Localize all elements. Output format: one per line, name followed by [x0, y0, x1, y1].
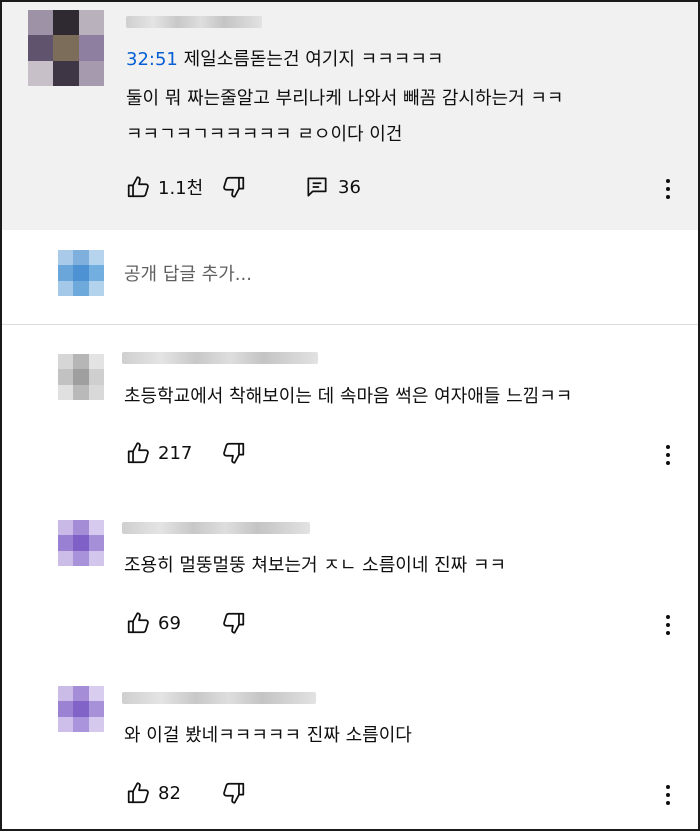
- thumbs-down-icon: [220, 610, 246, 636]
- reply-count: 36: [338, 176, 361, 198]
- comment-text-line-2: 둘이 뭐 짜는줄알고 부리나케 나와서 빼꼼 감시하는거 ㅋㅋ: [126, 88, 564, 109]
- comment-text: 조용히 멀뚱멀뚱 쳐보는거 ㅈㄴ 소름이네 진짜 ㅋㅋ: [124, 555, 507, 576]
- dislike-button[interactable]: [220, 440, 246, 466]
- dislike-button[interactable]: [220, 174, 246, 200]
- comment-thread: 32:51 제일소름돋는건 여기지 ㅋㅋㅋㅋㅋ 둘이 뭐 짜는줄알고 부리나케 …: [0, 0, 700, 831]
- dislike-button[interactable]: [220, 780, 246, 806]
- timestamp-link[interactable]: 32:51: [126, 49, 178, 70]
- thumbs-up-icon: [126, 174, 152, 200]
- author-name-redacted[interactable]: [122, 522, 310, 534]
- avatar[interactable]: [58, 520, 104, 566]
- avatar[interactable]: [58, 354, 104, 400]
- more-vertical-icon[interactable]: [664, 784, 672, 806]
- like-button[interactable]: 82: [126, 780, 181, 806]
- dislike-button[interactable]: [220, 610, 246, 636]
- user-avatar: [58, 250, 104, 296]
- more-vertical-icon[interactable]: [664, 178, 672, 200]
- author-name-redacted[interactable]: [122, 692, 316, 704]
- like-count: 69: [158, 612, 181, 634]
- more-vertical-icon[interactable]: [664, 614, 672, 636]
- avatar[interactable]: [58, 686, 104, 732]
- like-button[interactable]: 1.1천: [126, 174, 203, 200]
- divider: [2, 324, 698, 325]
- like-button[interactable]: 217: [126, 440, 192, 466]
- more-vertical-icon[interactable]: [664, 444, 672, 466]
- comment-text: 32:51 제일소름돋는건 여기지 ㅋㅋㅋㅋㅋ: [126, 49, 444, 70]
- avatar[interactable]: [28, 10, 104, 86]
- reply-input[interactable]: 공개 답글 추가...: [124, 260, 252, 286]
- comment-text: 초등학교에서 착해보이는 데 속마음 썩은 여자애들 느낌ㅋㅋ: [124, 386, 573, 407]
- thumbs-up-icon: [126, 610, 152, 636]
- thumbs-up-icon: [126, 440, 152, 466]
- replies-button[interactable]: 36: [304, 174, 361, 200]
- like-count: 82: [158, 782, 181, 804]
- comment-text: 와 이걸 봤네ㅋㅋㅋㅋㅋ 진짜 소름이다: [124, 725, 412, 746]
- author-name-redacted[interactable]: [126, 16, 262, 28]
- thumbs-up-icon: [126, 780, 152, 806]
- author-name-redacted[interactable]: [122, 352, 318, 364]
- thumbs-down-icon: [220, 440, 246, 466]
- like-button[interactable]: 69: [126, 610, 181, 636]
- thumbs-down-icon: [220, 174, 246, 200]
- thumbs-down-icon: [220, 780, 246, 806]
- comment-text-line-3: ㅋㅋㄱㅋㄱㅋㅋㅋㅋㅋ ㄹㅇ이다 이건: [126, 124, 403, 145]
- highlighted-comment: 32:51 제일소름돋는건 여기지 ㅋㅋㅋㅋㅋ 둘이 뭐 짜는줄알고 부리나케 …: [2, 2, 698, 230]
- comment-icon: [304, 174, 330, 200]
- like-count: 1.1천: [158, 178, 204, 199]
- like-count: 217: [158, 442, 193, 464]
